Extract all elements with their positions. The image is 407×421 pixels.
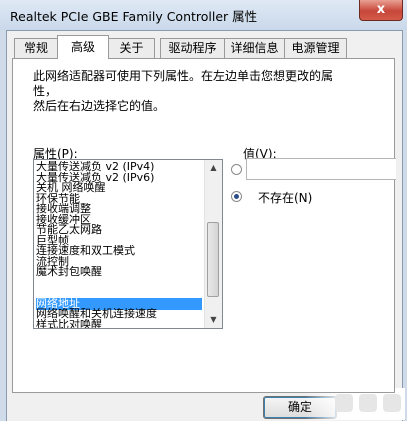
tab-details[interactable]: 详细信息 <box>224 38 285 58</box>
property-listbox[interactable]: ▲ ▼ 大量传送减负 v2 (IPv4) 大量传送减负 v2 (IPv6) 关机 网… <box>33 159 223 329</box>
watermark-icon <box>383 394 401 412</box>
watermark-icon <box>335 394 353 412</box>
description-line-1: 此网络适配器可使用下列属性。在左边单击您想更改的属性， <box>33 69 334 98</box>
property-list-item[interactable]: 样式比对唤醒 <box>36 319 202 329</box>
value-radio[interactable] <box>231 164 242 175</box>
description-line-2: 然后在右边选择它的值。 <box>33 99 166 113</box>
close-button[interactable]: x <box>359 0 403 21</box>
dialog-body: 常规 高级 关于 驱动程序 详细信息 电源管理 此网络适配器可使用下列属性。在左… <box>6 30 403 421</box>
not-present-radio[interactable] <box>231 191 242 202</box>
list-scrollbar[interactable]: ▲ ▼ <box>204 160 222 328</box>
scroll-down-icon[interactable]: ▼ <box>205 312 222 328</box>
advanced-panel: 此网络适配器可使用下列属性。在左边单击您想更改的属性， 然后在右边选择它的值。 … <box>12 58 396 393</box>
close-icon: x <box>376 2 386 17</box>
watermark-icon <box>359 394 377 412</box>
scroll-up-icon[interactable]: ▲ <box>205 160 222 176</box>
tab-driver[interactable]: 驱动程序 <box>160 38 225 58</box>
tab-power-management[interactable]: 电源管理 <box>284 38 347 58</box>
value-input[interactable] <box>246 158 396 180</box>
window-title: Realtek PCIe GBE Family Controller 属性 <box>10 9 258 24</box>
title-bar: Realtek PCIe GBE Family Controller 属性 x <box>0 0 407 30</box>
tab-advanced[interactable]: 高级 <box>57 35 109 59</box>
description-text: 此网络适配器可使用下列属性。在左边单击您想更改的属性， 然后在右边选择它的值。 <box>33 69 353 114</box>
tab-about[interactable]: 关于 <box>108 38 155 58</box>
scroll-thumb[interactable] <box>207 222 219 297</box>
not-present-label[interactable]: 不存在(N) <box>258 189 312 206</box>
tab-general[interactable]: 常规 <box>14 38 58 58</box>
